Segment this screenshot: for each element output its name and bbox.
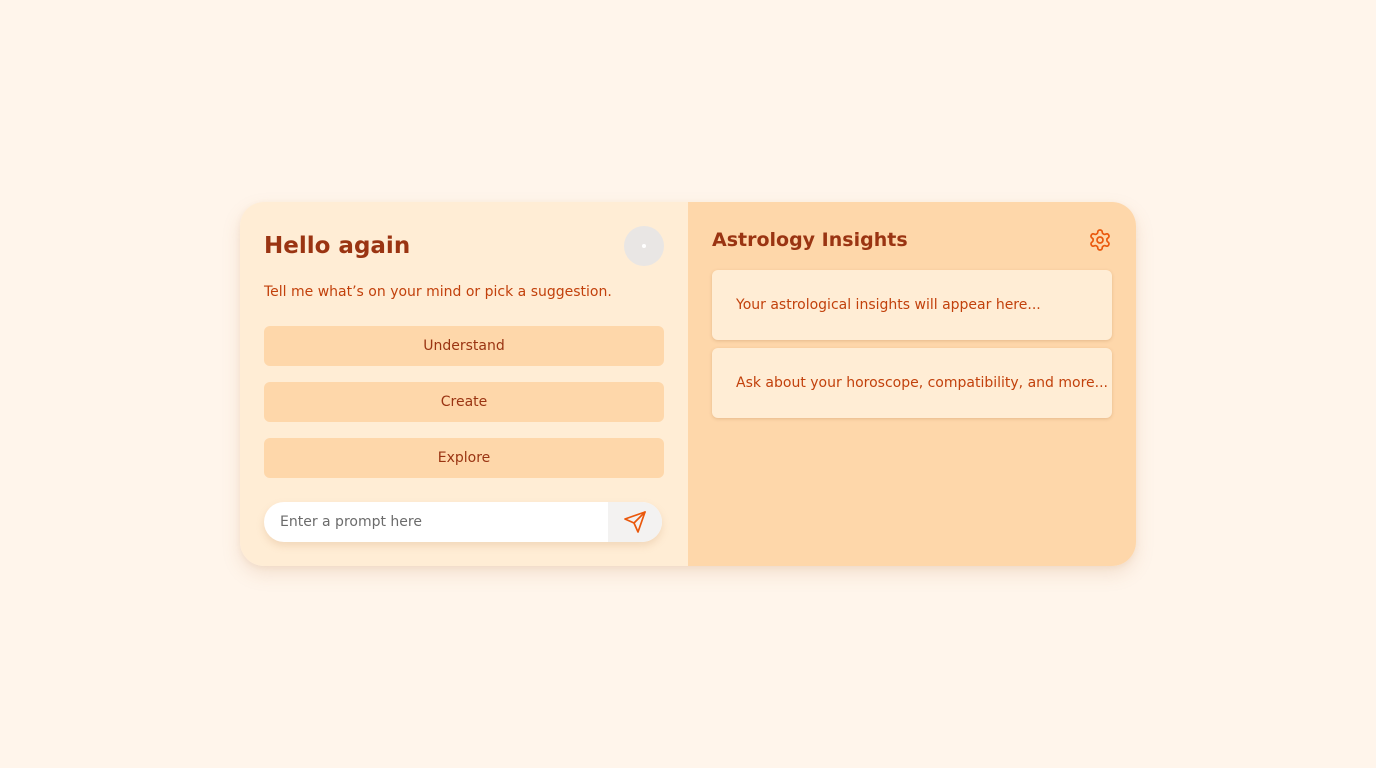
suggestion-understand-button[interactable]: Understand [264, 326, 664, 366]
suggestion-explore-button[interactable]: Explore [264, 438, 664, 478]
send-icon [624, 511, 646, 533]
main-card: Hello again Tell me what’s on your mind … [240, 202, 1136, 566]
greeting-heading: Hello again [264, 233, 411, 259]
insight-card: Your astrological insights will appear h… [712, 270, 1112, 340]
suggestion-create-button[interactable]: Create [264, 382, 664, 422]
avatar[interactable] [624, 226, 664, 266]
gear-icon[interactable] [1088, 228, 1112, 252]
send-button[interactable] [608, 502, 662, 542]
subtitle-text: Tell me what’s on your mind or pick a su… [264, 284, 612, 300]
insights-panel: Astrology Insights Your astrological ins… [688, 202, 1136, 566]
chat-panel: Hello again Tell me what’s on your mind … [240, 202, 688, 566]
insights-title: Astrology Insights [712, 229, 908, 251]
prompt-input[interactable] [264, 502, 608, 542]
insight-card: Ask about your horoscope, compatibility,… [712, 348, 1112, 418]
prompt-bar [264, 502, 662, 542]
insight-card-text: Your astrological insights will appear h… [736, 297, 1041, 313]
insight-card-text: Ask about your horoscope, compatibility,… [736, 375, 1108, 391]
avatar-dot [642, 244, 646, 248]
